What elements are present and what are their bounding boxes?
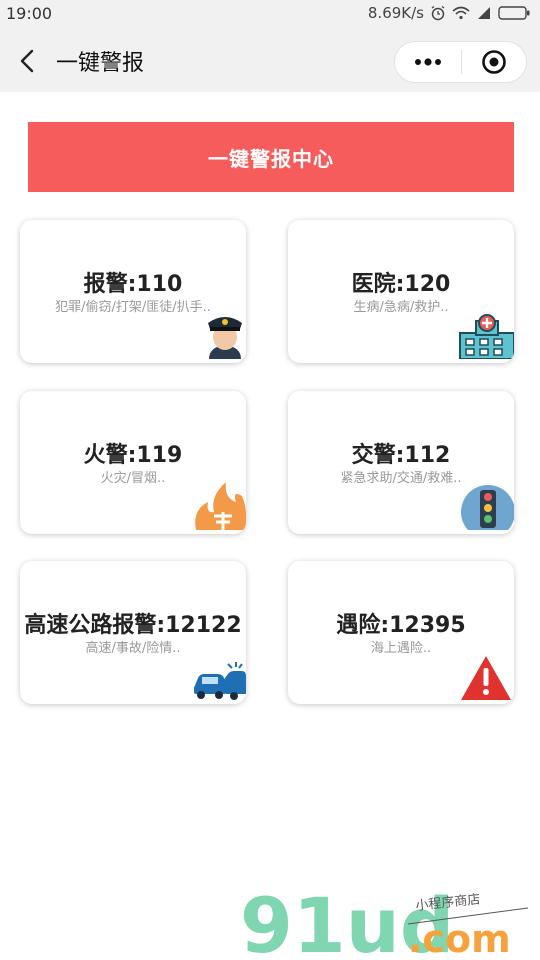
card-title: 交警:112: [351, 443, 451, 468]
hospital-card[interactable]: 医院:120 生病/急病/救护..: [288, 220, 514, 363]
card-subtitle: 高速/事故/险情..: [85, 641, 181, 656]
alarm-icon: [430, 5, 446, 21]
car-accident-icon: [192, 660, 246, 704]
hospital-icon: [458, 313, 514, 363]
distress-card[interactable]: 遇险:12395 海上遇险..: [288, 561, 514, 704]
more-button[interactable]: [395, 42, 461, 82]
watermark-domain: .com: [408, 917, 511, 960]
card-title: 医院:120: [351, 272, 451, 297]
fire-card[interactable]: 火警:119 火灾/冒烟..: [20, 391, 246, 534]
card-title: 火警:119: [83, 443, 183, 468]
mini-program-capsule: [394, 41, 527, 83]
status-indicators: 8.69K/s: [368, 4, 530, 22]
battery-icon: [498, 6, 530, 20]
chevron-left-icon: [20, 49, 34, 73]
wifi-icon: [452, 6, 470, 20]
close-button[interactable]: [462, 42, 526, 82]
card-title: 遇险:12395: [336, 613, 466, 638]
signal-icon: [476, 6, 492, 20]
card-title: 高速公路报警:12122: [24, 613, 242, 638]
target-close-icon: [482, 50, 506, 74]
network-speed: 8.69K/s: [367, 4, 424, 22]
highway-alarm-card[interactable]: 高速公路报警:12122 高速/事故/险情..: [20, 561, 246, 704]
status-time: 19:00: [6, 4, 53, 23]
card-title: 报警:110: [83, 272, 183, 297]
status-bar: 19:00 8.69K/s: [0, 0, 540, 30]
warning-icon: [460, 654, 512, 704]
police-officer-icon: [204, 313, 246, 363]
traffic-light-icon: [460, 484, 514, 534]
page-title: 一键警报: [56, 51, 145, 76]
fire-icon: [192, 480, 246, 534]
more-dots-icon: [415, 58, 441, 66]
nav-bar: 一键警报: [0, 30, 540, 92]
traffic-police-card[interactable]: 交警:112 紧急求助/交通/救难..: [288, 391, 514, 534]
alarm-center-banner[interactable]: 一键警报中心: [28, 122, 514, 192]
watermark: 91ud .com 小程序商店: [240, 880, 530, 960]
police-card[interactable]: 报警:110 犯罪/偷窃/打架/匪徒/扒手..: [20, 220, 246, 363]
back-button[interactable]: [10, 44, 44, 78]
